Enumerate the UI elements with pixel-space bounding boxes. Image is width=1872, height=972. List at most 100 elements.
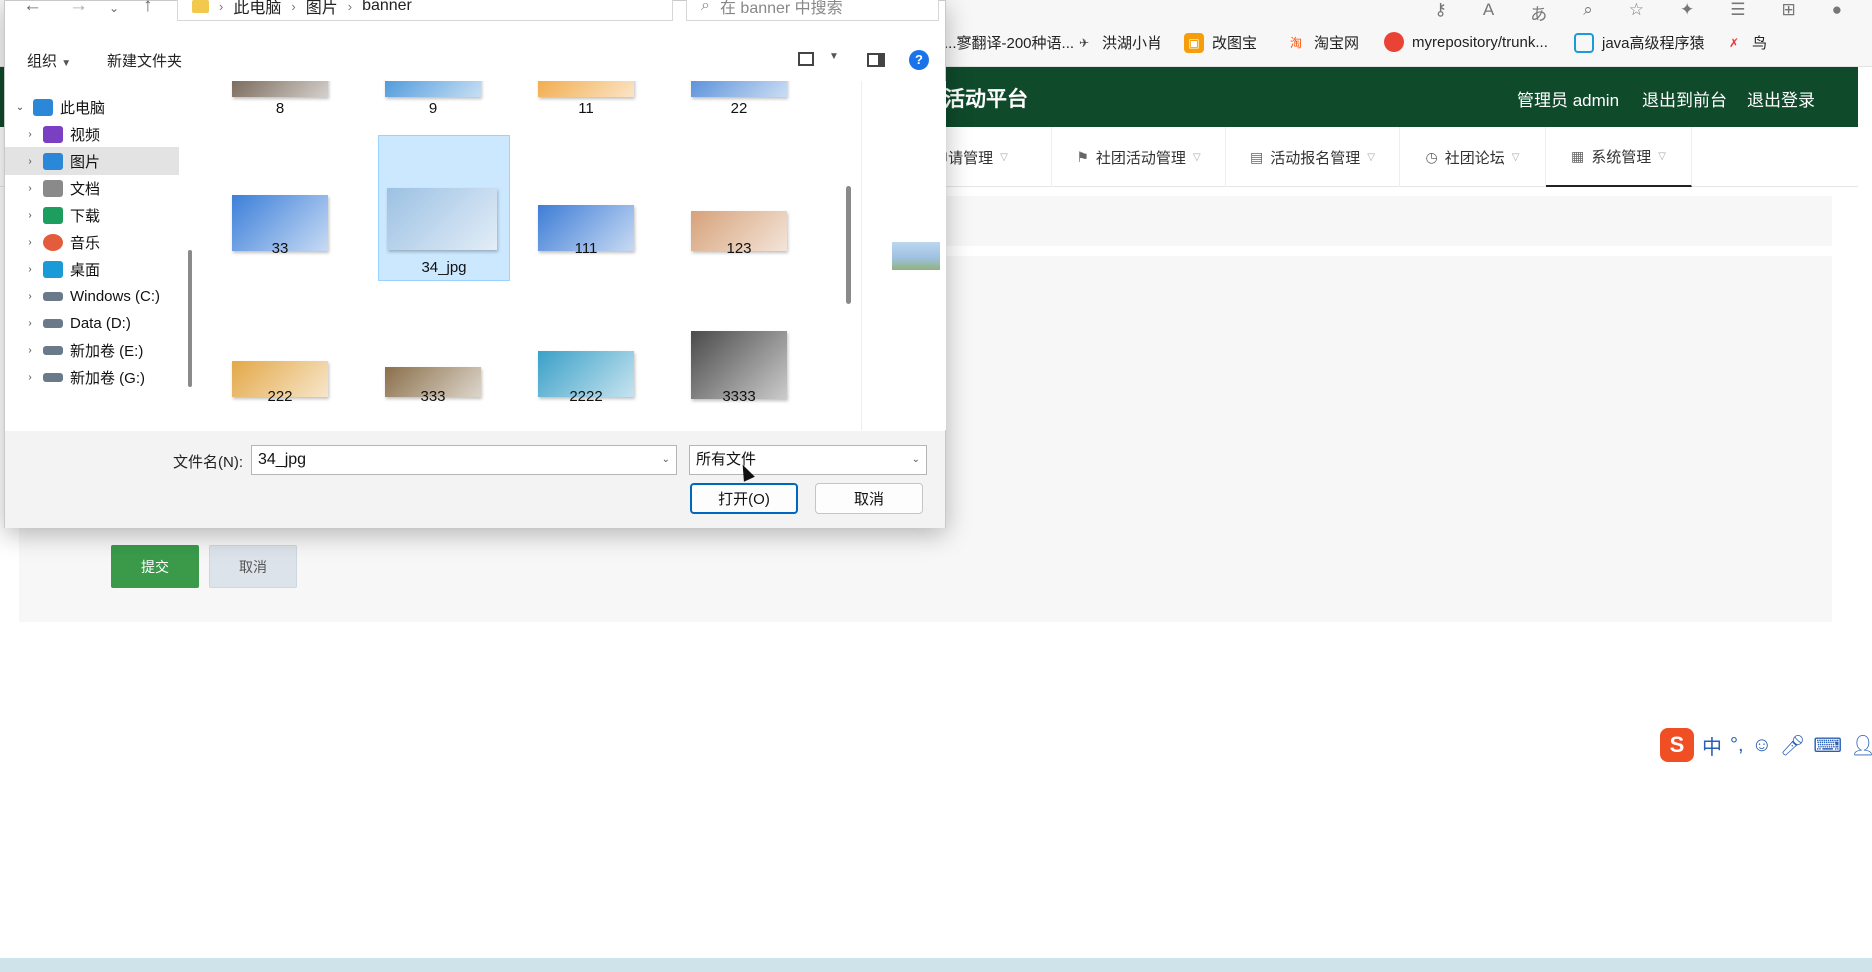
nav-activity-signup[interactable]: ▤ 活动报名管理 ▽ (1226, 127, 1400, 187)
navigation-scrollbar[interactable] (188, 250, 192, 387)
bookmark-honghu[interactable]: ✈ 洪湖小肖 (1074, 32, 1162, 53)
chevron-right-icon[interactable]: › (23, 264, 37, 275)
nav-videos[interactable]: › 视频 (5, 120, 179, 148)
nav-downloads[interactable]: › 下载 (5, 201, 179, 229)
nav-documents[interactable]: › 文档 (5, 174, 179, 202)
file-tile-selected[interactable]: 34_jpg (378, 135, 510, 281)
chevron-right-icon[interactable]: › (23, 183, 37, 194)
file-tile[interactable]: 2222 (531, 283, 641, 409)
up-arrow-icon[interactable]: ↑ (143, 0, 153, 17)
file-tile[interactable]: 33 (225, 135, 335, 261)
nav-drive-d[interactable]: › Data (D:) (5, 309, 179, 337)
filename-input[interactable]: 34_jpg ⌄ (251, 445, 677, 475)
view-mode-icon[interactable] (798, 52, 814, 66)
chevron-right-icon[interactable]: › (23, 345, 37, 356)
drive-icon (43, 291, 63, 301)
briefcase-icon: ▤ (1250, 148, 1264, 165)
preview-pane-icon[interactable] (867, 53, 885, 67)
new-folder-button[interactable]: 新建文件夹 (107, 50, 182, 71)
breadcrumb-item[interactable]: banner (362, 0, 412, 15)
nav-drive-e[interactable]: › 新加卷 (E:) (5, 336, 179, 364)
organize-label: 组织 (27, 53, 58, 70)
bookmark-java[interactable]: java高级程序猿 (1574, 32, 1705, 53)
goto-front-link[interactable]: 退出到前台 (1642, 86, 1727, 111)
user-icon[interactable]: 👤︎ (1850, 733, 1872, 758)
bookmark-taobao[interactable]: 淘淘宝网 (1286, 32, 1359, 53)
nav-club-forum[interactable]: ◷ 社团论坛 ▽ (1400, 127, 1546, 187)
chevron-right-icon[interactable]: › (23, 291, 37, 302)
keyboard-icon[interactable]: ⌨ (1813, 733, 1842, 758)
chevron-right-icon[interactable]: › (23, 129, 37, 140)
submit-button[interactable]: 提交 (111, 545, 199, 588)
recent-chevron-icon[interactable]: ⌄ (109, 1, 119, 15)
file-tile[interactable]: 9 (378, 81, 488, 121)
file-tile[interactable]: 22 (684, 81, 794, 121)
emoji-icon[interactable]: ☺ (1752, 734, 1772, 757)
open-button[interactable]: 打开(O) (690, 483, 798, 514)
nav-label: 图片 (70, 153, 101, 171)
file-tile[interactable]: 3333 (684, 283, 794, 409)
bookmark-gaitubao[interactable]: ▣ 改图宝 (1184, 32, 1257, 53)
file-name: 11 (578, 100, 594, 117)
desktop-icon (43, 260, 63, 278)
folder-icon (192, 0, 209, 13)
file-tile[interactable]: 333 (378, 283, 488, 409)
file-list-scrollbar[interactable] (846, 186, 851, 304)
download-icon (43, 206, 63, 224)
microphone-icon[interactable]: 🎤︎ (1780, 733, 1805, 758)
file-thumbnail (691, 81, 787, 97)
nav-system-admin[interactable]: ▦ 系统管理 ▽ (1546, 127, 1692, 187)
taobao-icon: 淘 (1289, 35, 1302, 50)
settings-icon: ▦ (1571, 147, 1585, 164)
search-input[interactable]: ⌕ 在 banner 中搜索 (686, 0, 939, 21)
chevron-right-icon[interactable]: › (23, 237, 37, 248)
nav-desktop[interactable]: › 桌面 (5, 255, 179, 283)
sogou-logo[interactable]: S (1660, 728, 1694, 762)
chevron-down-icon[interactable]: ⌄ (662, 446, 670, 474)
nav-label: Data (D:) (70, 314, 131, 332)
help-icon[interactable]: ? (909, 50, 929, 70)
filetype-select[interactable]: 所有文件 ⌄ (689, 445, 927, 475)
nav-club-activity[interactable]: ⚑ 社团活动管理 ▽ (1052, 127, 1226, 187)
nav-music[interactable]: › 音乐 (5, 228, 179, 256)
logout-link[interactable]: 退出登录 (1747, 86, 1815, 111)
file-tile[interactable]: 8 (225, 81, 335, 121)
nav-drive-c[interactable]: › Windows (C:) (5, 282, 179, 310)
chevron-right-icon[interactable]: › (23, 318, 37, 329)
chevron-down-icon[interactable]: ▼ (829, 51, 839, 62)
chevron-down-icon[interactable]: ⌄ (912, 446, 920, 474)
file-tile[interactable]: 123 (684, 135, 794, 261)
bookmark-bird[interactable]: ✗ 鸟 (1724, 32, 1767, 53)
file-tile[interactable]: 222 (225, 283, 335, 409)
bookmark-label: myrepository/trunk... (1412, 33, 1548, 51)
nav-label: 桌面 (70, 261, 101, 279)
back-arrow-icon[interactable]: ← (23, 0, 42, 17)
breadcrumb-item[interactable]: 此电脑 (233, 0, 281, 18)
bookmark-translate[interactable]: ...寥翻译-200种语... (944, 32, 1074, 53)
organize-button[interactable]: 组织 ▼ (27, 50, 71, 71)
form-cancel-button[interactable]: 取消 (209, 545, 297, 588)
ime-punct-toggle[interactable]: °, (1730, 734, 1744, 757)
file-tile[interactable]: 111 (531, 135, 641, 261)
taskbar (0, 958, 1872, 972)
address-bar[interactable]: › 此电脑 › 图片 › banner ⌄ ↻ (177, 0, 823, 21)
breadcrumb-item[interactable]: 图片 (306, 0, 338, 18)
dialog-cancel-button[interactable]: 取消 (815, 483, 923, 514)
video-icon (43, 125, 63, 143)
file-tile[interactable]: 11 (531, 81, 641, 121)
ime-lang-toggle[interactable]: 中 (1702, 731, 1722, 760)
nav-pictures[interactable]: › 图片 (5, 147, 179, 175)
chevron-down-icon[interactable]: ⌄ (13, 102, 27, 113)
chevron-right-icon[interactable]: › (23, 156, 37, 167)
chevron-right-icon: › (347, 0, 353, 14)
nav-drive-g[interactable]: › 新加卷 (G:) (5, 363, 179, 391)
dialog-toolbar: 组织 ▼ 新建文件夹 ▼ ? (5, 45, 945, 75)
forward-arrow-icon[interactable]: → (69, 0, 88, 17)
chevron-right-icon[interactable]: › (23, 372, 37, 383)
nav-this-pc[interactable]: ⌄ 此电脑 (5, 93, 179, 121)
chevron-right-icon: › (291, 0, 296, 14)
file-name: 333 (420, 388, 446, 405)
file-name: 2222 (569, 388, 603, 405)
bookmark-repository[interactable]: myrepository/trunk... (1384, 32, 1548, 52)
chevron-right-icon[interactable]: › (23, 210, 37, 221)
